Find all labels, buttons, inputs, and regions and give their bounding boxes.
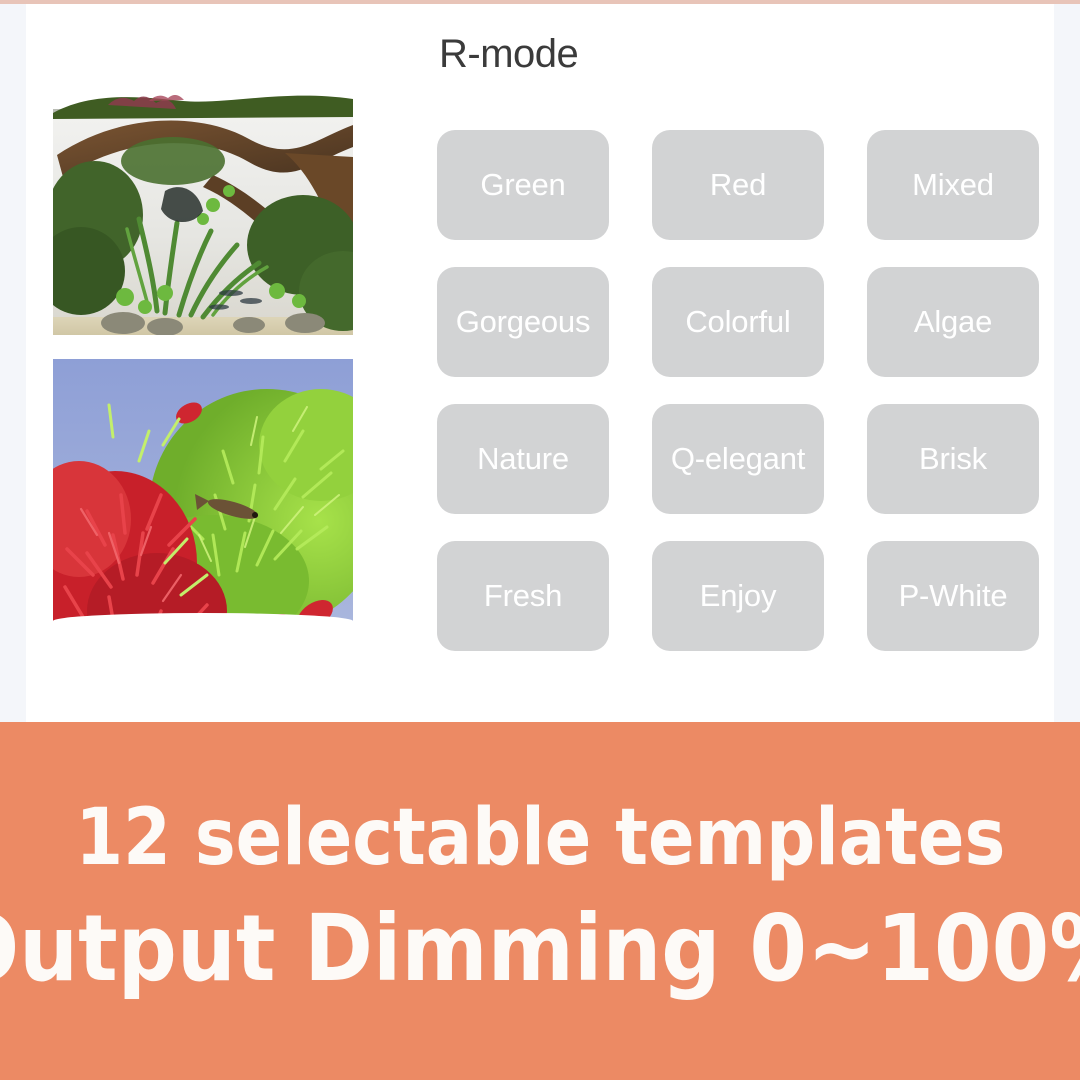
aquascape-illustration (53, 95, 353, 351)
photo-column (53, 4, 355, 722)
template-button-colorful[interactable]: Colorful (652, 267, 824, 377)
template-button-green[interactable]: Green (437, 130, 609, 240)
red-green-plants-photo (53, 349, 353, 722)
page-root: R-mode Green Red Mixed Gorgeous Colorful… (0, 0, 1080, 1080)
page-title: R-mode (439, 32, 579, 76)
promo-banner-line-2: Output Dimming 0~100% (0, 895, 1080, 1002)
right-gutter-strip (1054, 4, 1080, 722)
template-button-p-white[interactable]: P-White (867, 541, 1039, 651)
aquascape-tank-photo (53, 95, 353, 351)
template-button-mixed[interactable]: Mixed (867, 130, 1039, 240)
template-button-q-elegant[interactable]: Q-elegant (652, 404, 824, 514)
template-button-red[interactable]: Red (652, 130, 824, 240)
promo-banner-line-1: 12 selectable templates (75, 793, 1005, 883)
template-button-algae[interactable]: Algae (867, 267, 1039, 377)
red-green-plants-illustration (53, 349, 353, 722)
template-button-enjoy[interactable]: Enjoy (652, 541, 824, 651)
template-button-nature[interactable]: Nature (437, 404, 609, 514)
template-button-gorgeous[interactable]: Gorgeous (437, 267, 609, 377)
left-gutter-strip (0, 4, 26, 722)
template-button-fresh[interactable]: Fresh (437, 541, 609, 651)
app-screen: R-mode Green Red Mixed Gorgeous Colorful… (26, 4, 1054, 722)
template-grid: Green Red Mixed Gorgeous Colorful Algae … (437, 130, 1039, 651)
template-button-brisk[interactable]: Brisk (867, 404, 1039, 514)
template-panel: R-mode Green Red Mixed Gorgeous Colorful… (386, 4, 1046, 722)
promo-banner: 12 selectable templates Output Dimming 0… (0, 722, 1080, 1080)
